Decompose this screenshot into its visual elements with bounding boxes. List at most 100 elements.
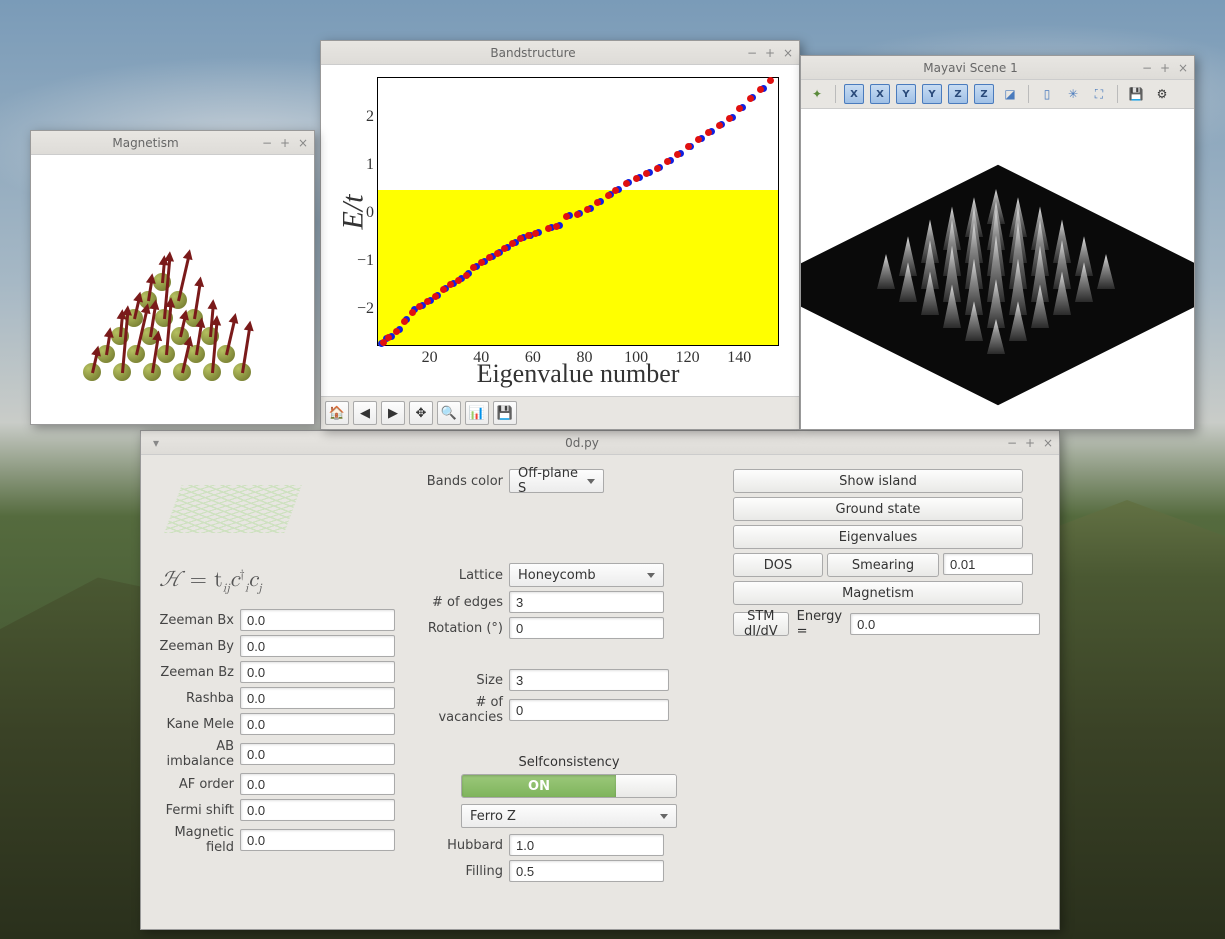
- data-point: [517, 235, 524, 242]
- ytick: −1: [346, 252, 374, 270]
- bands-color-select[interactable]: Off-plane S: [509, 469, 604, 493]
- minimize-icon[interactable]: −: [745, 46, 759, 60]
- zeeman-bx-input[interactable]: [240, 609, 395, 631]
- mayavi-scene[interactable]: [801, 109, 1194, 429]
- band-title: Bandstructure: [490, 46, 575, 60]
- collapse-icon[interactable]: ▾: [149, 436, 163, 450]
- forward-icon[interactable]: ▶: [381, 401, 405, 425]
- fullscreen-icon[interactable]: ⛶: [1089, 84, 1109, 104]
- zoom-icon[interactable]: 🔍: [437, 401, 461, 425]
- ytick: 2: [346, 108, 374, 126]
- zeeman-bz-input[interactable]: [240, 661, 395, 683]
- smearing-input[interactable]: [943, 553, 1033, 575]
- zeeman-bz-label: Zeeman Bz: [145, 665, 240, 680]
- size-label: Size: [409, 673, 509, 688]
- data-point: [695, 136, 702, 143]
- minimize-icon[interactable]: −: [1140, 61, 1154, 75]
- magnetization-select[interactable]: Ferro Z: [461, 804, 677, 828]
- mayavi-titlebar: Mayavi Scene 1 − + ×: [801, 56, 1194, 80]
- nedges-input[interactable]: [509, 591, 664, 613]
- fermi-shift-input[interactable]: [240, 799, 395, 821]
- data-point: [463, 272, 470, 279]
- data-point: [623, 180, 630, 187]
- structure-thumbnail: [164, 485, 301, 533]
- back-icon[interactable]: ◀: [353, 401, 377, 425]
- ab-imbalance-input[interactable]: [240, 743, 395, 765]
- view-x-neg-icon[interactable]: X: [870, 84, 890, 104]
- rotation-input[interactable]: [509, 617, 664, 639]
- hubbard-input[interactable]: [509, 834, 664, 856]
- energy-label: Energy =: [793, 609, 847, 639]
- xtick: 40: [466, 349, 496, 367]
- selfcons-toggle[interactable]: ON: [461, 774, 677, 798]
- data-point: [726, 115, 733, 122]
- data-point: [525, 232, 532, 239]
- af-order-input[interactable]: [240, 773, 395, 795]
- filling-input[interactable]: [509, 860, 664, 882]
- view-y-neg-icon[interactable]: Y: [922, 84, 942, 104]
- rashba-input[interactable]: [240, 687, 395, 709]
- ytick: 1: [346, 156, 374, 174]
- close-icon[interactable]: ×: [1176, 61, 1190, 75]
- kane-mele-label: Kane Mele: [145, 717, 240, 732]
- main-titlebar: ▾ 0d.py − + ×: [141, 431, 1059, 455]
- zeeman-by-input[interactable]: [240, 635, 395, 657]
- parallel-icon[interactable]: ▯: [1037, 84, 1057, 104]
- light-icon[interactable]: ✳: [1063, 84, 1083, 104]
- surface-peak: [877, 254, 895, 289]
- save-icon[interactable]: 💾: [493, 401, 517, 425]
- configure-icon[interactable]: 📊: [465, 401, 489, 425]
- magnetism-title: Magnetism: [112, 136, 178, 150]
- dos-button[interactable]: DOS: [733, 553, 823, 577]
- lattice-label: Lattice: [409, 568, 509, 583]
- axes-icon[interactable]: ✦: [807, 84, 827, 104]
- home-icon[interactable]: 🏠: [325, 401, 349, 425]
- view-x-pos-icon[interactable]: X: [844, 84, 864, 104]
- view-y-pos-icon[interactable]: Y: [896, 84, 916, 104]
- isometric-icon[interactable]: ◪: [1000, 84, 1020, 104]
- close-icon[interactable]: ×: [1041, 436, 1055, 450]
- band-titlebar: Bandstructure − + ×: [321, 41, 799, 65]
- data-point: [455, 277, 462, 284]
- mayavi-window: Mayavi Scene 1 − + × ✦ X X Y Y Z Z ◪ ▯ ✳…: [800, 55, 1195, 430]
- magnetism-button[interactable]: Magnetism: [733, 581, 1023, 605]
- af-order-label: AF order: [145, 777, 240, 792]
- pan-icon[interactable]: ✥: [409, 401, 433, 425]
- maximize-icon[interactable]: +: [1158, 61, 1172, 75]
- main-window: ▾ 0d.py − + × ℋ = tijc†icj Zeeman Bx Zee…: [140, 430, 1060, 930]
- energy-input[interactable]: [850, 613, 1040, 635]
- nvac-input[interactable]: [509, 699, 669, 721]
- data-point: [716, 122, 723, 129]
- close-icon[interactable]: ×: [781, 46, 795, 60]
- save-icon[interactable]: 💾: [1126, 84, 1146, 104]
- minimize-icon[interactable]: −: [1005, 436, 1019, 450]
- kane-mele-input[interactable]: [240, 713, 395, 735]
- lattice-select[interactable]: Honeycomb: [509, 563, 664, 587]
- maximize-icon[interactable]: +: [278, 136, 292, 150]
- close-icon[interactable]: ×: [296, 136, 310, 150]
- maximize-icon[interactable]: +: [1023, 436, 1037, 450]
- view-z-neg-icon[interactable]: Z: [974, 84, 994, 104]
- magnetism-scene[interactable]: [31, 155, 314, 424]
- ground-state-button[interactable]: Ground state: [733, 497, 1023, 521]
- bands-color-label: Bands color: [409, 474, 509, 489]
- show-island-button[interactable]: Show island: [733, 469, 1023, 493]
- magnetic-field-input[interactable]: [240, 829, 395, 851]
- maximize-icon[interactable]: +: [763, 46, 777, 60]
- settings-icon[interactable]: ⚙: [1152, 84, 1172, 104]
- ab-imbalance-label: AB imbalance: [145, 739, 240, 769]
- hubbard-label: Hubbard: [409, 838, 509, 853]
- data-point: [416, 303, 423, 310]
- data-point: [654, 165, 661, 172]
- view-z-pos-icon[interactable]: Z: [948, 84, 968, 104]
- stm-button[interactable]: STM dI/dV: [733, 612, 789, 636]
- eigenvalues-button[interactable]: Eigenvalues: [733, 525, 1023, 549]
- ytick: 0: [346, 204, 374, 222]
- xtick: 100: [621, 349, 651, 367]
- size-input[interactable]: [509, 669, 669, 691]
- minimize-icon[interactable]: −: [260, 136, 274, 150]
- mpl-toolbar: 🏠 ◀ ▶ ✥ 🔍 📊 💾: [321, 396, 799, 429]
- nedges-label: # of edges: [409, 595, 509, 610]
- hamiltonian-equation: ℋ = tijc†icj: [145, 561, 405, 609]
- nvac-label: # of vacancies: [409, 695, 509, 725]
